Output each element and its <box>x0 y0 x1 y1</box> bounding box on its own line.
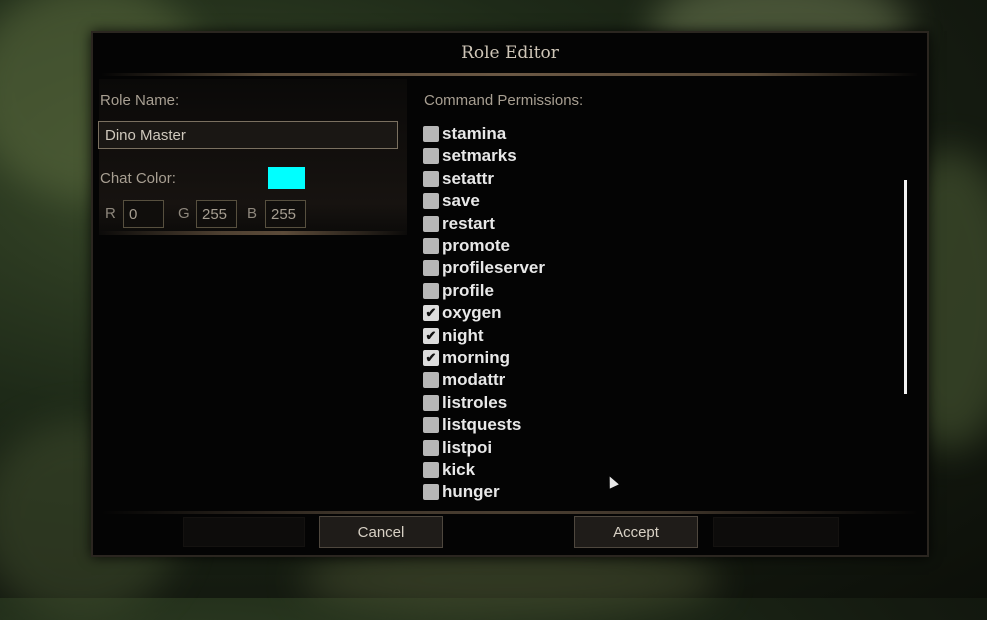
permission-checkbox[interactable] <box>423 417 439 434</box>
permission-checkbox[interactable] <box>423 126 439 142</box>
checkmark-icon: ✔ <box>425 350 437 365</box>
red-input[interactable] <box>123 200 164 228</box>
permission-item[interactable]: stamina <box>423 124 506 144</box>
footer-ghost-left <box>183 517 305 547</box>
permission-label: profileserver <box>442 258 545 278</box>
blue-label: B <box>247 205 258 222</box>
permission-checkbox[interactable] <box>423 238 439 254</box>
red-label: R <box>105 205 116 222</box>
title-divider <box>101 73 919 76</box>
permission-item[interactable]: save <box>423 191 480 211</box>
command-permissions-label: Command Permissions: <box>424 92 584 109</box>
permission-item[interactable]: setattr <box>423 169 494 189</box>
permissions-scrollbar[interactable] <box>904 180 907 394</box>
permission-checkbox[interactable] <box>423 260 439 277</box>
permission-label: setattr <box>442 168 494 188</box>
footer-divider <box>101 511 919 514</box>
permission-checkbox[interactable] <box>423 439 439 456</box>
permission-checkbox[interactable] <box>423 215 439 232</box>
settings-divider <box>99 231 407 235</box>
permission-label: morning <box>442 348 510 367</box>
chat-color-label: Chat Color: <box>100 170 176 187</box>
permission-label: restart <box>442 213 495 233</box>
role-name-input[interactable] <box>98 121 398 149</box>
chat-color-swatch[interactable] <box>268 167 305 189</box>
permission-label: stamina <box>442 124 507 143</box>
permission-label: save <box>442 191 480 211</box>
permission-item[interactable]: listquests <box>423 415 521 435</box>
permission-label: oxygen <box>442 303 502 323</box>
green-label: G <box>178 205 190 222</box>
permission-item[interactable]: listpoi <box>423 438 492 458</box>
checkmark-icon: ✔ <box>425 327 437 343</box>
permission-item[interactable]: promote <box>423 236 510 256</box>
permission-item[interactable]: hunger <box>423 482 500 502</box>
permission-checkbox[interactable]: ✔ <box>423 327 439 344</box>
permission-label: modattr <box>442 370 506 390</box>
permission-label: kick <box>442 460 476 479</box>
permission-checkbox[interactable] <box>423 394 439 411</box>
footer-ghost-right <box>713 517 839 547</box>
permission-item[interactable]: restart <box>423 214 495 234</box>
permission-label: listpoi <box>442 437 493 457</box>
permission-item[interactable]: ✔ oxygen <box>423 303 502 323</box>
permission-checkbox[interactable] <box>423 170 439 187</box>
permission-checkbox[interactable]: ✔ <box>423 350 439 366</box>
role-name-label: Role Name: <box>100 92 180 109</box>
dialog-title: Role Editor <box>461 43 559 63</box>
permission-label: listroles <box>442 392 508 412</box>
blue-input[interactable] <box>265 200 306 228</box>
permission-checkbox[interactable] <box>423 148 439 165</box>
permission-checkbox[interactable] <box>423 484 439 501</box>
permission-label: profile <box>442 280 494 300</box>
permission-label: setmarks <box>442 146 517 166</box>
permission-checkbox[interactable] <box>423 193 439 210</box>
permission-checkbox[interactable] <box>423 462 439 478</box>
permission-label: night <box>442 325 484 345</box>
permission-label: promote <box>442 236 510 255</box>
checkmark-icon: ✔ <box>425 305 437 321</box>
permission-item[interactable]: ✔ night <box>423 326 484 346</box>
permission-item[interactable]: profile <box>423 281 494 301</box>
role-editor-dialog: Role Editor Role Name: Chat Color: R G B… <box>91 31 929 557</box>
permission-item[interactable]: profileserver <box>423 258 545 278</box>
permission-item[interactable]: setmarks <box>423 146 517 166</box>
accept-button[interactable]: Accept <box>574 516 698 548</box>
permission-checkbox[interactable] <box>423 372 439 389</box>
permission-item[interactable]: ✔ morning <box>423 348 510 368</box>
permission-label: hunger <box>442 482 500 502</box>
permission-label: listquests <box>442 415 522 435</box>
cancel-button[interactable]: Cancel <box>319 516 443 548</box>
permission-item[interactable]: modattr <box>423 370 505 390</box>
permission-item[interactable]: listroles <box>423 393 507 413</box>
permission-checkbox[interactable] <box>423 282 439 299</box>
permission-item[interactable]: kick <box>423 460 475 480</box>
permission-checkbox[interactable]: ✔ <box>423 305 439 322</box>
green-input[interactable] <box>196 200 237 228</box>
